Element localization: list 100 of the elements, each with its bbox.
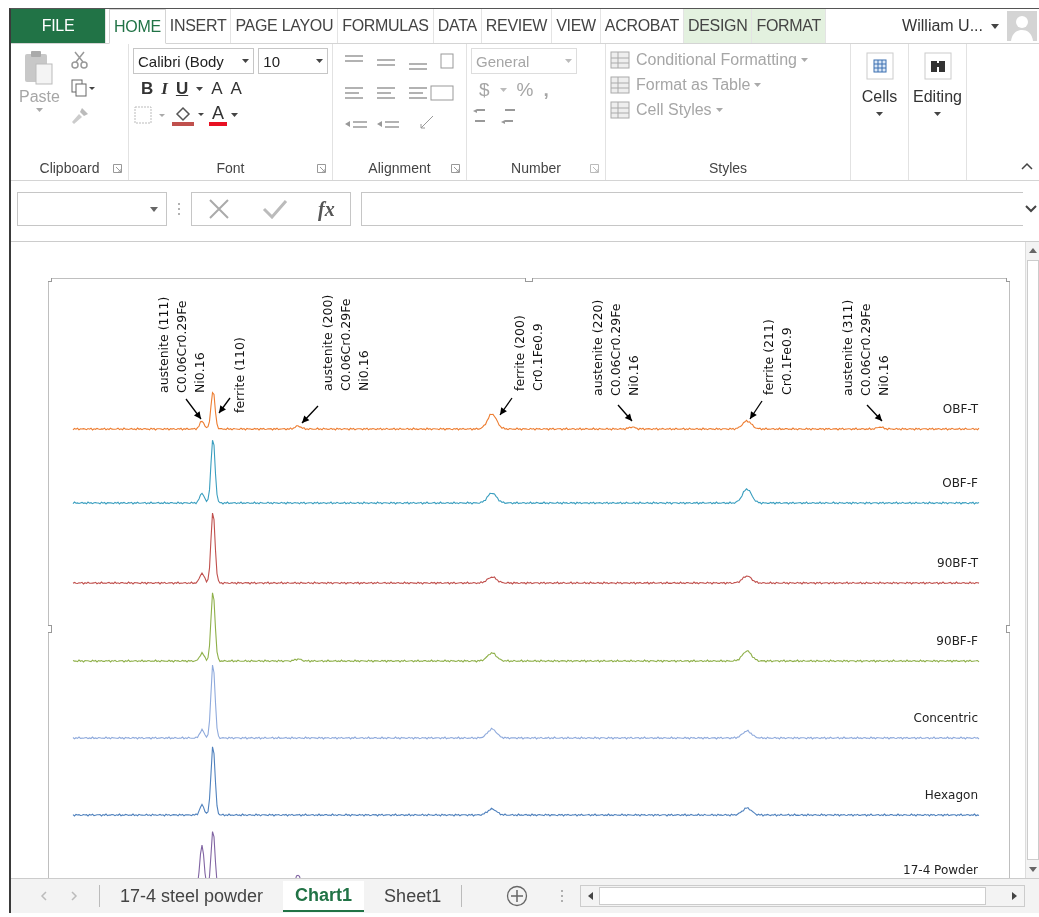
avatar-icon[interactable] xyxy=(1007,11,1037,41)
caret-icon xyxy=(565,59,572,63)
scroll-left-icon[interactable] xyxy=(587,891,596,901)
shrink-font-button[interactable]: A xyxy=(230,79,242,99)
ribbon-tab[interactable]: FORMULAS xyxy=(338,9,434,43)
group-label: Clipboard xyxy=(39,160,100,176)
peak-annotation: austenite (200) C0.06Cr0.29Fe Ni0.16 xyxy=(320,294,371,391)
arrow xyxy=(617,404,633,422)
chart-area[interactable] xyxy=(48,278,1010,878)
group-label: Number xyxy=(511,160,561,176)
clipboard-icon xyxy=(23,50,56,86)
scroll-up-icon[interactable] xyxy=(1027,246,1038,254)
sheet-tab[interactable]: Sheet1 xyxy=(372,881,454,911)
peak-annotation: austenite (111) C0.06Cr0.29Fe Ni0.16 xyxy=(156,296,207,393)
resize-handle[interactable] xyxy=(48,625,52,633)
insert-function-button[interactable]: fx xyxy=(318,197,335,221)
name-box[interactable] xyxy=(17,192,167,226)
caret-icon xyxy=(754,83,762,87)
arrow xyxy=(301,405,319,424)
trace-label: OBF-T xyxy=(942,402,978,416)
ribbon-tab[interactable]: HOME xyxy=(109,9,166,44)
ribbon-tab[interactable]: PAGE LAYOU xyxy=(231,9,339,43)
caret-icon xyxy=(316,59,323,63)
account-menu[interactable]: William U... xyxy=(902,17,983,35)
group-label: Alignment xyxy=(368,160,431,176)
ribbon-tab[interactable]: VIEW xyxy=(552,9,601,43)
caret-icon xyxy=(800,58,808,62)
dialog-launcher-icon[interactable] xyxy=(113,163,122,173)
copy-icon[interactable] xyxy=(69,78,96,98)
brush-icon[interactable] xyxy=(69,106,90,126)
arrow xyxy=(866,404,883,422)
ribbon-tab[interactable]: REVIEW xyxy=(481,9,553,43)
dialog-launcher-icon[interactable] xyxy=(317,163,326,173)
resize-handle[interactable] xyxy=(525,278,533,282)
italic-button[interactable]: I xyxy=(161,79,168,99)
trace-label: Hexagon xyxy=(924,788,978,802)
resize-handle[interactable] xyxy=(1006,278,1010,282)
drag-handle-icon[interactable] xyxy=(560,888,565,904)
peak-annotation: austenite (311) C0.06Cr0.29Fe Ni0.16 xyxy=(840,299,891,396)
group-label: Font xyxy=(216,160,245,176)
peak-annotation: ferrite (211) Cr0.1Fe0.9 xyxy=(761,319,794,395)
formula-input[interactable] xyxy=(361,192,1023,226)
trace-label: OBF-F xyxy=(942,476,978,490)
trace-label: 90BF-T xyxy=(937,556,978,570)
peak-annotation: ferrite (110) xyxy=(232,337,247,413)
sheet-tab[interactable]: Chart1 xyxy=(283,880,365,912)
grid-icon xyxy=(865,52,894,80)
arrow xyxy=(499,397,513,416)
cancel-icon[interactable] xyxy=(207,197,232,221)
caret-icon xyxy=(991,23,999,29)
caret-icon xyxy=(35,108,43,112)
arrow xyxy=(185,398,202,420)
arrow xyxy=(218,397,231,414)
sheet-tab[interactable]: 17-4 steel powder xyxy=(108,881,276,911)
fill-color-icon[interactable] xyxy=(171,104,205,126)
caret-icon[interactable] xyxy=(196,87,204,91)
ribbon-tab[interactable]: ACROBAT xyxy=(600,9,684,43)
caret-icon[interactable] xyxy=(231,113,238,117)
table-icon xyxy=(610,100,632,120)
caret-icon xyxy=(876,112,883,116)
ribbon-tab[interactable]: DESIGN xyxy=(683,9,753,43)
scissors-icon[interactable] xyxy=(69,50,90,70)
editing-button[interactable]: Editing xyxy=(912,52,963,116)
group-label: Styles xyxy=(708,160,748,176)
table-icon xyxy=(610,75,632,95)
checkmark-icon[interactable] xyxy=(261,199,288,219)
resize-handle[interactable] xyxy=(48,278,52,282)
trace-label: 90BF-F xyxy=(936,634,978,648)
trace-label: 17-4 Powder xyxy=(903,863,978,877)
collapse-ribbon-icon[interactable] xyxy=(1021,162,1033,170)
caret-icon xyxy=(150,206,158,212)
font-color-button[interactable]: A xyxy=(209,104,227,126)
ribbon-tab[interactable]: FILE xyxy=(11,9,106,43)
add-sheet-icon[interactable] xyxy=(506,885,529,907)
horizontal-scrollbar[interactable] xyxy=(580,885,1025,907)
previous-sheet-icon[interactable] xyxy=(39,890,49,902)
vertical-scrollbar[interactable] xyxy=(1025,242,1039,878)
underline-button[interactable]: U xyxy=(175,79,189,99)
bold-button[interactable]: B xyxy=(141,79,154,99)
arrow xyxy=(749,400,763,420)
drag-handle-icon[interactable] xyxy=(177,201,181,217)
font-name-field[interactable]: Calibri (Body xyxy=(133,48,255,74)
table-icon xyxy=(610,50,632,70)
next-sheet-icon[interactable] xyxy=(69,890,79,902)
resize-handle[interactable] xyxy=(1006,625,1010,633)
ribbon-tab[interactable]: INSERT xyxy=(165,9,232,43)
peak-annotation: austenite (220) C0.06Cr0.29Fe Ni0.16 xyxy=(590,299,641,396)
dialog-launcher-icon[interactable] xyxy=(451,163,460,173)
cells-button[interactable]: Cells xyxy=(854,52,905,116)
scroll-right-icon[interactable] xyxy=(1010,891,1018,901)
expand-icon[interactable] xyxy=(1025,205,1037,213)
caret-icon xyxy=(715,108,723,112)
caret-icon xyxy=(934,112,941,116)
ribbon-tab[interactable]: DATA xyxy=(433,9,482,43)
font-size-field[interactable]: 10 xyxy=(258,48,328,74)
ribbon-tab[interactable]: FORMAT xyxy=(752,9,826,43)
grow-font-button[interactable]: A xyxy=(211,79,223,99)
trace-label: Concentric xyxy=(913,711,978,725)
peak-annotation: ferrite (200) Cr0.1Fe0.9 xyxy=(512,315,545,391)
scroll-down-icon[interactable] xyxy=(1027,866,1038,874)
